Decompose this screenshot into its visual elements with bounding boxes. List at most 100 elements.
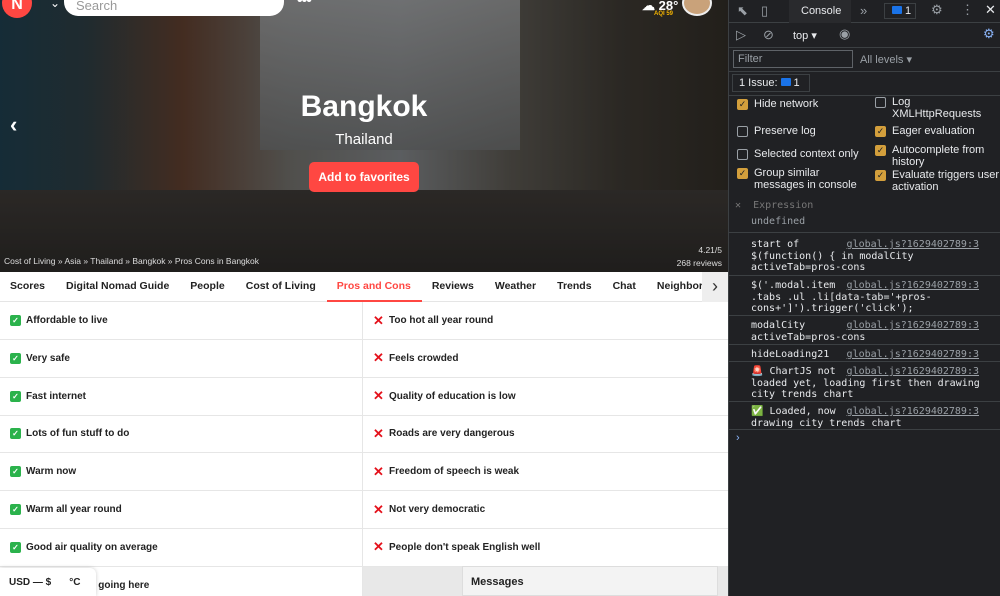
- expression-input[interactable]: Expression: [753, 200, 813, 211]
- issues-button[interactable]: 1 Issue: 1: [732, 74, 810, 92]
- tab-digital-nomad-guide[interactable]: Digital Nomad Guide: [56, 272, 180, 302]
- tab-cost-of-living[interactable]: Cost of Living: [236, 272, 327, 302]
- cross-icon: ✕: [373, 463, 384, 479]
- tab-people[interactable]: People: [180, 272, 235, 302]
- clear-console-icon[interactable]: ⊘: [763, 27, 774, 43]
- tab-chat[interactable]: Chat: [603, 272, 647, 302]
- temperature-unit-selector[interactable]: °C: [60, 577, 89, 588]
- search-input[interactable]: Search: [64, 0, 284, 16]
- tab-scores[interactable]: Scores: [0, 272, 56, 302]
- pro-item[interactable]: ✓ Very safe: [0, 339, 363, 378]
- cross-icon: ✕: [373, 350, 384, 366]
- checkbox-icon[interactable]: ✓: [875, 145, 886, 156]
- messages-panel[interactable]: Messages: [462, 566, 718, 596]
- console-prompt[interactable]: ›: [736, 432, 740, 444]
- pro-label: Affordable to live: [26, 315, 108, 326]
- setting-checkbox[interactable]: ✓ Eager evaluation: [875, 125, 999, 137]
- setting-checkbox[interactable]: ✓ Autocomplete from history: [875, 144, 999, 168]
- con-item[interactable]: ✕ Quality of education is low: [363, 378, 728, 416]
- con-item[interactable]: ✕ Roads are very dangerous: [363, 415, 728, 454]
- con-item[interactable]: ✕ Freedom of speech is weak: [363, 453, 728, 492]
- pro-item[interactable]: ✓ Affordable to live: [0, 302, 363, 340]
- checkbox-icon[interactable]: [875, 97, 886, 108]
- setting-checkbox[interactable]: ✓ Group similar messages in console: [737, 167, 871, 191]
- country-name: Thailand: [335, 131, 393, 148]
- chevron-down-icon[interactable]: ⌄: [50, 0, 60, 10]
- settings-gear-icon[interactable]: ⚙: [983, 26, 995, 42]
- source-link[interactable]: global.js?1629402789:3: [847, 320, 979, 332]
- con-item[interactable]: ✕ Feels crowded: [363, 340, 728, 378]
- issue-count: 1: [793, 77, 800, 89]
- check-icon: ✓: [10, 428, 21, 440]
- source-link[interactable]: global.js?1629402789:3: [847, 366, 979, 378]
- eye-icon[interactable]: ◉: [839, 26, 850, 42]
- setting-label: Selected context only: [754, 148, 859, 160]
- review-count[interactable]: 268 reviews: [677, 257, 722, 270]
- con-item[interactable]: ✕ Not very democratic: [363, 491, 728, 529]
- console-message: ✅ Loaded, now drawing city trends chart g…: [729, 402, 1000, 430]
- checkbox-icon[interactable]: ✓: [737, 168, 748, 179]
- more-tabs-icon[interactable]: »: [860, 3, 867, 18]
- checkbox-icon[interactable]: [737, 126, 748, 137]
- pro-item[interactable]: ✓ Good air quality on average: [0, 528, 363, 567]
- checkbox-icon[interactable]: ✓: [875, 170, 886, 181]
- cross-icon: ✕: [373, 388, 384, 404]
- source-link[interactable]: global.js?1629402789:3: [847, 349, 979, 361]
- device-toggle-icon[interactable]: ▯: [761, 3, 768, 19]
- source-link[interactable]: global.js?1629402789:3: [847, 406, 979, 418]
- pro-item[interactable]: ✓ Warm all year round: [0, 491, 363, 529]
- cross-icon: ✕: [373, 312, 384, 328]
- checkbox-icon[interactable]: ✓: [875, 126, 886, 137]
- check-icon: ✓: [10, 504, 21, 515]
- levels-value: All levels: [860, 54, 904, 66]
- pro-label: Fast internet: [26, 390, 87, 402]
- tab-console[interactable]: Console: [789, 0, 851, 23]
- con-label: People don't speak English well: [389, 541, 541, 553]
- checkbox-icon[interactable]: ✓: [737, 99, 748, 110]
- live-expression[interactable]: ✕ Expression: [735, 200, 813, 212]
- setting-checkbox[interactable]: ✓ Evaluate triggers user activation: [875, 169, 999, 193]
- console-message: hideLoading21 global.js?1629402789:3: [729, 345, 1000, 362]
- currency-selector[interactable]: USD — $: [0, 577, 60, 588]
- check-icon: ✓: [10, 541, 21, 553]
- log-levels-dropdown[interactable]: All levels ▾: [860, 53, 912, 66]
- chevron-right-icon[interactable]: ›: [702, 272, 728, 302]
- issue-label: 1 Issue:: [739, 77, 778, 89]
- tab-weather[interactable]: Weather: [485, 272, 547, 302]
- pro-label: Good air quality on average: [26, 541, 158, 553]
- tab-pros-and-cons[interactable]: Pros and Cons: [326, 272, 422, 302]
- close-icon[interactable]: ✕: [985, 2, 996, 18]
- setting-checkbox[interactable]: ✓ Hide network: [737, 98, 871, 110]
- pro-item[interactable]: ✓ Fast internet: [0, 377, 363, 416]
- setting-checkbox[interactable]: Preserve log: [737, 125, 871, 137]
- check-icon: ✓: [10, 352, 21, 364]
- expression-result: undefined: [751, 216, 806, 227]
- tab-trends[interactable]: Trends: [547, 272, 602, 302]
- add-to-favorites-button[interactable]: Add to favorites: [309, 162, 419, 192]
- kebab-menu-icon[interactable]: ⋮: [961, 2, 974, 18]
- setting-checkbox[interactable]: Selected context only: [737, 148, 871, 160]
- con-item[interactable]: ✕ Too hot all year round: [363, 302, 728, 340]
- more-icon[interactable]: •••: [297, 0, 312, 10]
- gear-icon[interactable]: ⚙: [931, 2, 943, 18]
- pro-item[interactable]: ✓ Lots of fun stuff to do: [0, 415, 363, 454]
- filter-input[interactable]: Filter: [733, 50, 853, 68]
- con-label: Quality of education is low: [389, 390, 516, 402]
- breadcrumb[interactable]: Cost of Living » Asia » Thailand » Bangk…: [4, 256, 259, 266]
- aqi-label: AQI 59: [654, 11, 674, 17]
- source-link[interactable]: global.js?1629402789:3: [847, 239, 979, 251]
- sidebar-toggle-icon[interactable]: ▷: [736, 27, 746, 43]
- tab-reviews[interactable]: Reviews: [422, 272, 485, 302]
- pro-label: Warm now: [26, 466, 77, 478]
- source-link[interactable]: global.js?1629402789:3: [847, 280, 979, 292]
- check-icon: ✓: [10, 390, 21, 402]
- context-selector[interactable]: top ▾: [793, 29, 817, 42]
- con-item[interactable]: ✕ People don't speak English well: [363, 529, 728, 567]
- pro-item[interactable]: ✓ Warm now: [0, 453, 363, 492]
- setting-label: Evaluate triggers user activation: [892, 169, 999, 193]
- checkbox-icon[interactable]: [737, 149, 748, 160]
- issues-badge[interactable]: 1: [884, 3, 917, 19]
- setting-checkbox[interactable]: Log XMLHttpRequests: [875, 96, 999, 120]
- inspect-icon[interactable]: ⬉: [737, 3, 748, 19]
- con-label: Freedom of speech is weak: [389, 466, 520, 478]
